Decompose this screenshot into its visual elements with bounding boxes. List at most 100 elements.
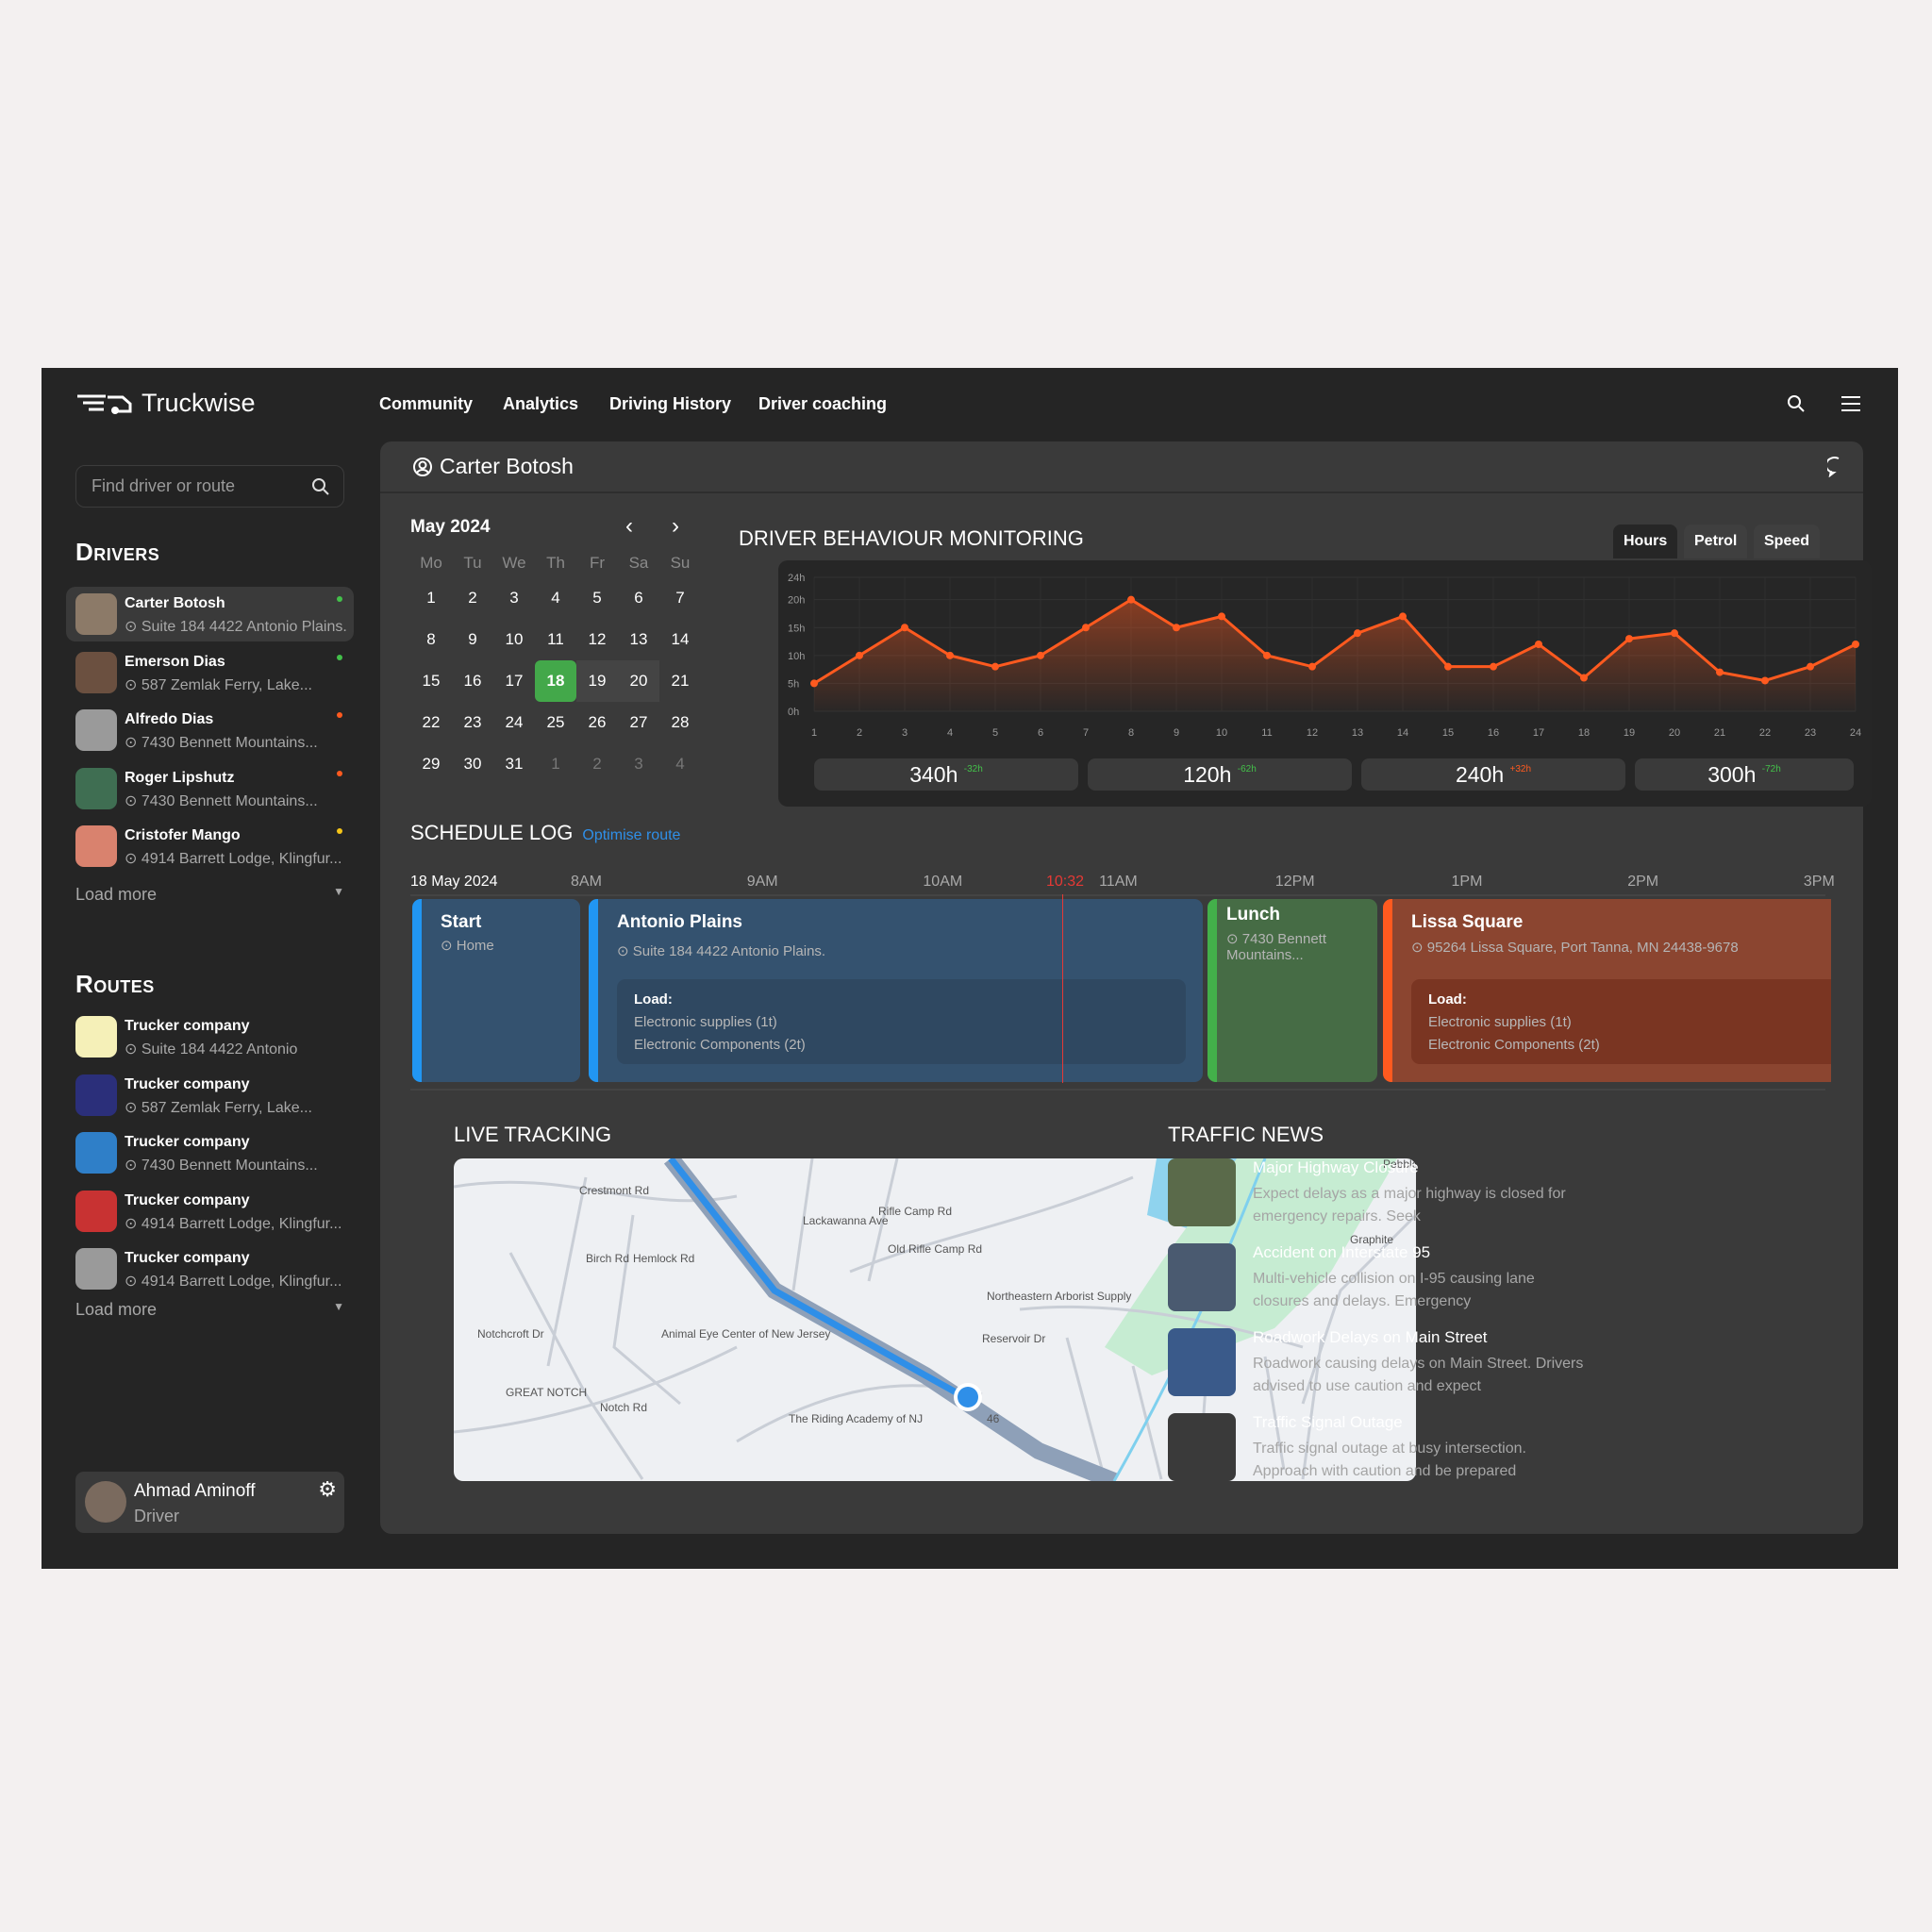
calendar-day[interactable]: 20 — [618, 660, 659, 702]
drivers-load-more[interactable]: Load more ▼ — [75, 885, 344, 905]
calendar-day[interactable]: 30 — [452, 743, 493, 785]
news-item[interactable]: Traffic Signal Outage Traffic signal out… — [1168, 1413, 1583, 1481]
calendar-day[interactable]: 2 — [452, 577, 493, 619]
nav-driving-history[interactable]: Driving History — [609, 394, 731, 414]
calendar-day[interactable]: 17 — [493, 660, 535, 702]
calendar-day[interactable]: 28 — [659, 702, 701, 743]
calendar-day[interactable]: 26 — [576, 702, 618, 743]
route-item[interactable]: Trucker company ⊙ 7430 Bennett Mountains… — [66, 1125, 354, 1180]
calendar-day[interactable]: 7 — [659, 577, 701, 619]
data-point — [1444, 662, 1452, 671]
calendar-day[interactable]: 12 — [576, 619, 618, 660]
avatar — [75, 651, 117, 693]
calendar-day[interactable]: 9 — [452, 619, 493, 660]
calendar-day[interactable]: 29 — [410, 743, 452, 785]
nav-driver-coaching[interactable]: Driver coaching — [758, 394, 887, 414]
calendar-day[interactable]: 1 — [410, 577, 452, 619]
calendar-day[interactable]: 21 — [659, 660, 701, 702]
calendar-day[interactable]: 6 — [618, 577, 659, 619]
load-box: Load: Electronic supplies (1t) Electronic … — [1411, 979, 1831, 1064]
data-point — [1173, 624, 1180, 632]
calendar-day[interactable]: 8 — [410, 619, 452, 660]
x-tick-label: 12 — [1307, 727, 1318, 739]
calendar-day[interactable]: 24 — [493, 702, 535, 743]
gear-icon[interactable]: ⚙ — [318, 1477, 337, 1502]
search-icon[interactable] — [311, 477, 330, 496]
data-point — [1716, 668, 1724, 676]
chevron-down-icon: ▼ — [333, 885, 344, 898]
chat-icon[interactable] — [1827, 457, 1850, 477]
search-input[interactable] — [76, 466, 303, 507]
calendar-day[interactable]: 16 — [452, 660, 493, 702]
x-tick-label: 14 — [1397, 727, 1408, 739]
calendar-day[interactable]: 13 — [618, 619, 659, 660]
calendar-day[interactable]: 22 — [410, 702, 452, 743]
calendar-day[interactable]: 3 — [618, 743, 659, 785]
logo[interactable]: Truckwise — [75, 389, 256, 418]
calendar-day[interactable]: 3 — [493, 577, 535, 619]
driver-name: Emerson Dias — [125, 653, 225, 670]
chevron-right-icon[interactable]: › — [672, 513, 679, 540]
route-name: Trucker company — [125, 1018, 250, 1034]
route-item[interactable]: Trucker company ⊙ 4914 Barrett Lodge, Kl… — [66, 1184, 354, 1239]
calendar-day[interactable]: 10 — [493, 619, 535, 660]
avatar — [75, 825, 117, 867]
tab-speed[interactable]: Speed — [1754, 525, 1821, 558]
status-dot — [337, 596, 342, 602]
data-point — [1671, 629, 1678, 638]
news-item[interactable]: Major Highway Closure Expect delays as a… — [1168, 1158, 1583, 1226]
tab-petrol[interactable]: Petrol — [1684, 525, 1748, 558]
driver-item[interactable]: Cristofer Mango ⊙ 4914 Barrett Lodge, Kl… — [66, 819, 354, 874]
data-point — [901, 624, 908, 632]
x-tick-label: 13 — [1352, 727, 1363, 739]
calendar-day[interactable]: 5 — [576, 577, 618, 619]
schedule-lunch[interactable]: Lunch ⊙ 7430 Bennett Mountains... — [1208, 899, 1377, 1082]
route-name: Trucker company — [125, 1075, 250, 1092]
news-thumbnail — [1168, 1243, 1236, 1311]
calendar-day[interactable]: 25 — [535, 702, 576, 743]
calendar-day[interactable]: 19 — [576, 660, 618, 702]
news-item[interactable]: Accident on Interstate 95 Multi-vehicle … — [1168, 1243, 1583, 1311]
driver-panel: Carter Botosh May 2024 ‹ › Mo Tu We Th Fr Sa S… — [380, 441, 1872, 1534]
schedule-start[interactable]: Start ⊙ Home — [412, 899, 580, 1082]
news-thumbnail — [1168, 1158, 1236, 1226]
schedule-lissa-square[interactable]: Lissa Square ⊙ 95264 Lissa Square, Port … — [1383, 899, 1831, 1082]
news-title: TRAFFIC NEWS — [1168, 1123, 1324, 1146]
block-title: Antonio Plains — [617, 912, 742, 932]
nav-analytics[interactable]: Analytics — [503, 394, 578, 414]
schedule-antonio-plains[interactable]: Antonio Plains ⊙ Suite 184 4422 Antonio … — [589, 899, 1203, 1082]
menu-icon[interactable] — [1840, 395, 1861, 412]
routes-load-more[interactable]: Load more ▼ — [75, 1300, 344, 1320]
x-tick-label: 11 — [1261, 727, 1272, 739]
search-icon[interactable] — [1787, 394, 1806, 413]
calendar-day[interactable]: 1 — [535, 743, 576, 785]
calendar-day[interactable]: 27 — [618, 702, 659, 743]
route-item[interactable]: Trucker company ⊙ 4914 Barrett Lodge, Kl… — [66, 1241, 354, 1296]
calendar-day[interactable]: 31 — [493, 743, 535, 785]
user-name: Ahmad Aminoff — [134, 1481, 256, 1501]
route-item[interactable]: Trucker company ⊙ 587 Zemlak Ferry, Lake… — [66, 1068, 354, 1123]
tab-hours[interactable]: Hours — [1613, 525, 1678, 558]
calendar-day[interactable]: 4 — [535, 577, 576, 619]
driver-search[interactable] — [75, 465, 344, 508]
chevron-left-icon[interactable]: ‹ — [625, 513, 633, 540]
calendar-day[interactable]: 2 — [576, 743, 618, 785]
nav-community[interactable]: Community — [379, 394, 473, 414]
news-item[interactable]: Roadwork Delays on Main Street Roadwork … — [1168, 1328, 1583, 1396]
hour-label: 8AM — [571, 874, 602, 890]
calendar-day[interactable]: 14 — [659, 619, 701, 660]
calendar-day[interactable]: 18 — [535, 660, 576, 702]
optimise-route-link[interactable]: Optimise route — [582, 827, 680, 844]
driver-item[interactable]: Alfredo Dias ⊙ 7430 Bennett Mountains... — [66, 703, 354, 758]
calendar-day[interactable]: 11 — [535, 619, 576, 660]
calendar-day[interactable]: 23 — [452, 702, 493, 743]
driver-item[interactable]: Carter Botosh ⊙ Suite 184 4422 Antonio P… — [66, 587, 354, 641]
calendar-day[interactable]: 4 — [659, 743, 701, 785]
user-card[interactable]: Ahmad Aminoff Driver ⚙ — [75, 1472, 344, 1533]
calendar-day[interactable]: 15 — [410, 660, 452, 702]
driver-item[interactable]: Roger Lipshutz ⊙ 7430 Bennett Mountains.… — [66, 761, 354, 816]
route-item[interactable]: Trucker company ⊙ Suite 184 4422 Antonio — [66, 1009, 354, 1064]
divider — [410, 1089, 1825, 1091]
route-address: ⊙ 4914 Barrett Lodge, Klingfur... — [125, 1274, 342, 1290]
driver-item[interactable]: Emerson Dias ⊙ 587 Zemlak Ferry, Lake... — [66, 645, 354, 700]
